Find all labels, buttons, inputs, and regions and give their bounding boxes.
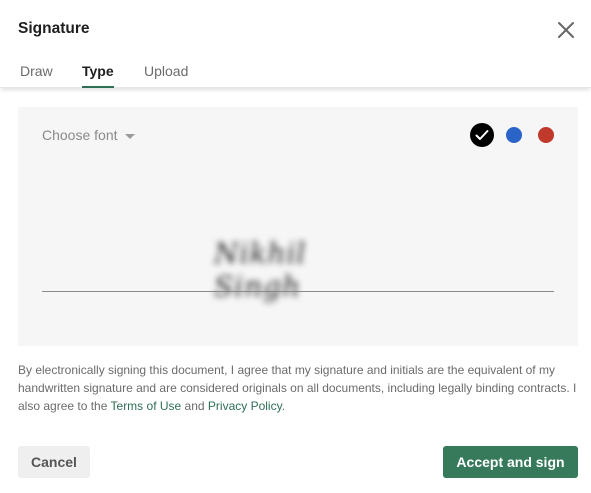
cancel-button[interactable]: Cancel [18, 446, 90, 478]
tab-bar: Draw Type Upload [0, 58, 591, 88]
signature-dialog: Signature Draw Type Upload Choose font N… [0, 0, 591, 493]
color-red-swatch[interactable] [538, 127, 554, 143]
privacy-policy-link[interactable]: Privacy Policy [208, 399, 282, 413]
tab-type[interactable]: Type [82, 63, 114, 88]
tab-draw[interactable]: Draw [20, 63, 53, 86]
close-icon [558, 22, 574, 38]
color-blue-swatch[interactable] [506, 127, 522, 143]
legal-end: . [281, 399, 286, 413]
signature-line [42, 291, 554, 292]
checkmark-icon [475, 130, 489, 140]
font-dropdown-label: Choose font [42, 127, 118, 143]
close-button[interactable] [554, 18, 578, 42]
dialog-title: Signature [18, 20, 90, 37]
signature-preview: Nikhil Singh [214, 237, 307, 303]
signature-panel: Choose font Nikhil Singh [18, 107, 578, 346]
legal-conjunction: and [181, 399, 208, 413]
accept-and-sign-button[interactable]: Accept and sign [443, 446, 578, 478]
font-dropdown[interactable]: Choose font [42, 127, 135, 143]
color-black-swatch[interactable] [470, 123, 494, 147]
tab-upload[interactable]: Upload [144, 63, 188, 86]
legal-disclaimer: By electronically signing this document,… [18, 361, 578, 415]
legal-text: By electronically signing this document,… [18, 363, 577, 413]
caret-down-icon [124, 133, 135, 139]
terms-of-use-link[interactable]: Terms of Use [111, 399, 182, 413]
